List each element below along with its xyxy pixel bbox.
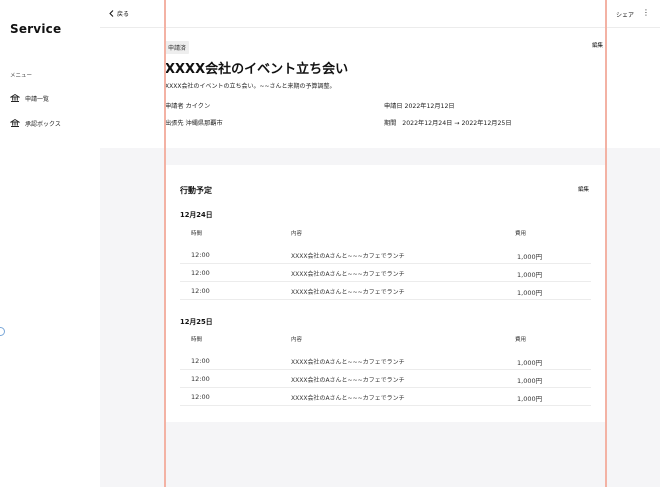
application-date-field: 申請日 2022年12月12日: [384, 101, 455, 110]
day-heading: 12月24日: [180, 211, 213, 219]
column-header-content: 内容: [291, 337, 303, 343]
menu-heading: メニュー: [10, 73, 33, 79]
row-cost: 1,000円: [517, 377, 543, 385]
applicant-field: 申請者 カイクン: [165, 101, 210, 110]
sidebar-item-label: 承認ボックス: [25, 120, 61, 128]
date-label: 申請日: [384, 103, 403, 110]
share-button[interactable]: シェア: [616, 10, 634, 19]
table-row: 12:00 XXXX会社のAさんと~~~カフェでランチ 1,000円: [180, 247, 591, 264]
row-content: XXXX会社のAさんと~~~カフェでランチ: [291, 253, 405, 260]
row-cost: 1,000円: [517, 289, 543, 297]
table-row: 12:00 XXXX会社のAさんと~~~カフェでランチ 1,000円: [180, 353, 591, 370]
table-row: 12:00 XXXX会社のAさんと~~~カフェでランチ 1,000円: [180, 389, 591, 406]
request-description: XXXX会社のイベントの立ち会い。~~さんと来期の予算調整。: [165, 83, 336, 90]
schedule-card: 行動予定 編集 12月24日 時間 内容 費用 12:00 XXXX会社のAさん…: [165, 165, 606, 422]
bank-icon: [10, 93, 20, 102]
row-cost: 1,000円: [517, 253, 543, 261]
row-time: 12:00: [191, 269, 210, 277]
applicant-label: 申請者: [165, 103, 184, 110]
destination-value: 沖縄県那覇市: [185, 120, 223, 127]
sidebar: Service メニュー 申請一覧 承認ボックス: [0, 0, 100, 487]
row-content: XXXX会社のAさんと~~~カフェでランチ: [291, 395, 405, 402]
row-content: XXXX会社のAさんと~~~カフェでランチ: [291, 359, 405, 366]
day-heading: 12月25日: [180, 318, 213, 326]
back-label: 戻る: [117, 11, 130, 18]
layout-guide-left: [164, 0, 166, 487]
request-detail: 申請済 編集 XXXX会社のイベント立ち会い XXXX会社のイベントの立ち会い。…: [100, 28, 660, 148]
edit-detail-button[interactable]: 編集: [592, 41, 603, 49]
bank-icon: [10, 118, 20, 127]
date-value: 2022年12月12日: [404, 103, 455, 110]
column-header-time: 時間: [191, 337, 203, 343]
period-value: 2022年12月24日 → 2022年12月25日: [402, 120, 512, 127]
applicant-value: カイクン: [185, 103, 211, 110]
sidebar-item-approval-box[interactable]: 承認ボックス: [10, 117, 61, 129]
column-header-time: 時間: [191, 231, 203, 237]
sidebar-item-label: 申請一覧: [25, 95, 50, 103]
row-time: 12:00: [191, 357, 210, 365]
kebab-icon[interactable]: ⋮: [642, 9, 650, 17]
layout-guide-right: [605, 0, 607, 487]
brand-logo: Service: [10, 22, 62, 36]
chevron-left-icon: [109, 10, 114, 17]
column-header-content: 内容: [291, 231, 303, 237]
edit-schedule-button[interactable]: 編集: [578, 185, 589, 193]
top-bar: 戻る シェア ⋮: [100, 0, 660, 28]
row-cost: 1,000円: [517, 271, 543, 279]
page-title: XXXX会社のイベント立ち会い: [165, 62, 349, 77]
row-time: 12:00: [191, 393, 210, 401]
period-label: 期間: [384, 120, 397, 127]
row-content: XXXX会社のAさんと~~~カフェでランチ: [291, 271, 405, 278]
row-time: 12:00: [191, 375, 210, 383]
destination-label: 出張先: [165, 120, 184, 127]
status-badge: 申請済: [165, 41, 190, 54]
destination-field: 出張先 沖縄県那覇市: [165, 118, 223, 127]
row-time: 12:00: [191, 251, 210, 259]
row-time: 12:00: [191, 287, 210, 295]
table-row: 12:00 XXXX会社のAさんと~~~カフェでランチ 1,000円: [180, 265, 591, 282]
back-button[interactable]: 戻る: [109, 9, 129, 18]
column-header-cost: 費用: [515, 337, 527, 343]
row-cost: 1,000円: [517, 359, 543, 367]
period-field: 期間 2022年12月24日 → 2022年12月25日: [384, 118, 512, 127]
column-header-cost: 費用: [515, 231, 527, 237]
table-row: 12:00 XXXX会社のAさんと~~~カフェでランチ 1,000円: [180, 371, 591, 388]
table-row: 12:00 XXXX会社のAさんと~~~カフェでランチ 1,000円: [180, 283, 591, 300]
row-content: XXXX会社のAさんと~~~カフェでランチ: [291, 289, 405, 296]
schedule-title: 行動予定: [180, 186, 212, 195]
sidebar-item-applications[interactable]: 申請一覧: [10, 92, 49, 104]
row-cost: 1,000円: [517, 395, 543, 403]
row-content: XXXX会社のAさんと~~~カフェでランチ: [291, 377, 405, 384]
